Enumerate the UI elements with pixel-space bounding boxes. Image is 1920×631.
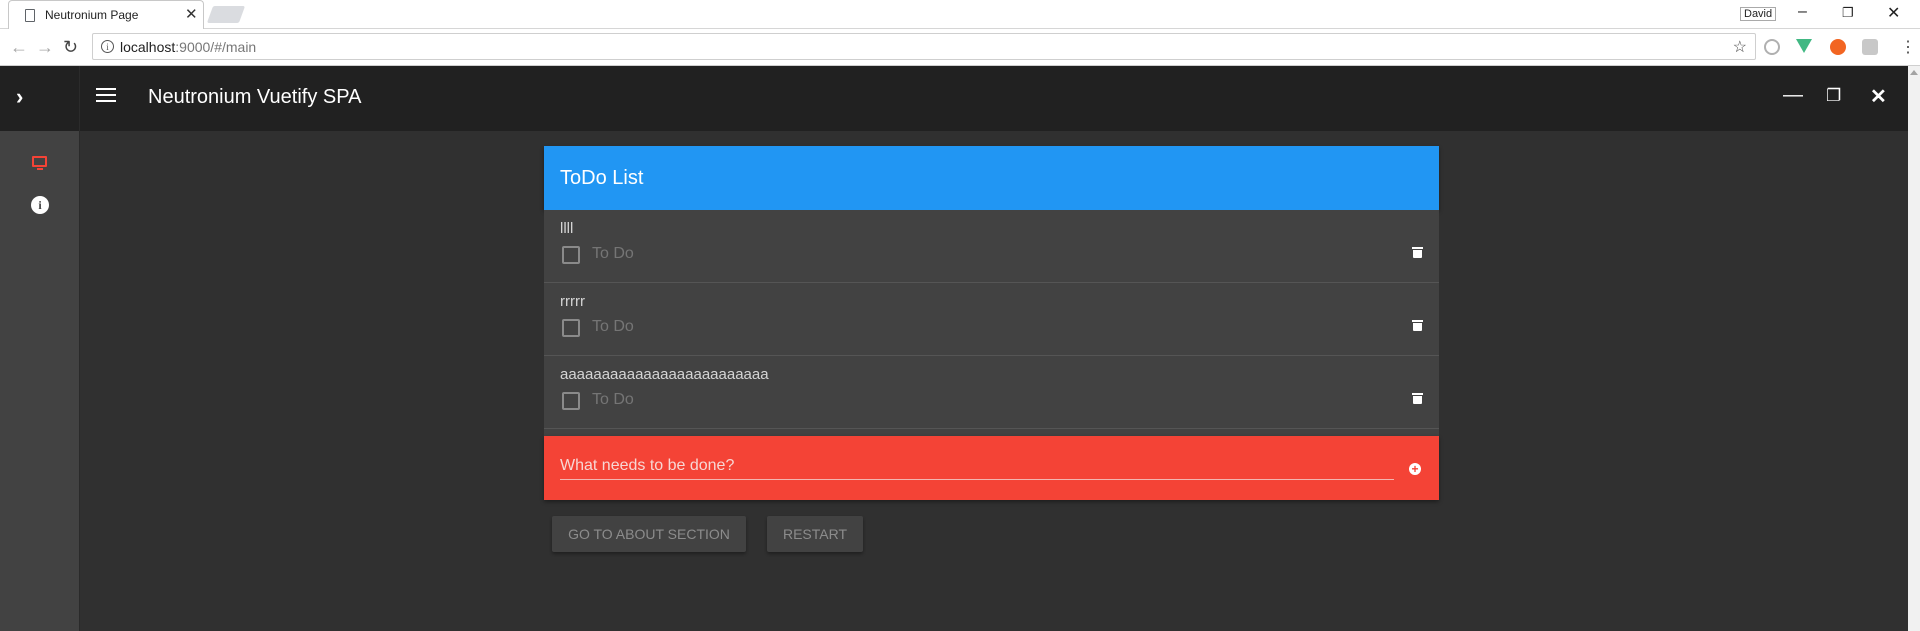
todo-checkbox[interactable]: [562, 246, 580, 264]
app-toolbar: › Neutronium Vuetify SPA — ❐ ✕: [0, 66, 1908, 131]
forward-icon[interactable]: →: [36, 37, 54, 58]
chevron-right-icon: ›: [16, 84, 24, 109]
site-info-icon[interactable]: i: [101, 40, 114, 53]
extension-pdf-icon[interactable]: [1862, 39, 1878, 55]
todo-card-title: ToDo List: [544, 146, 1439, 210]
todo-description[interactable]: aaaaaaaaaaaaaaaaaaaaaaaaa: [560, 366, 769, 383]
todo-item: llll To Do: [544, 210, 1439, 283]
extension-vue-icon[interactable]: [1796, 39, 1812, 53]
restart-button[interactable]: Restart: [767, 516, 863, 552]
profile-name[interactable]: David: [1740, 7, 1777, 21]
todo-description[interactable]: llll: [560, 220, 573, 237]
url-text: localhost:9000/#/main: [120, 39, 257, 55]
app-restore-icon[interactable]: ❐: [1826, 86, 1841, 106]
todo-item: rrrrr To Do: [544, 283, 1439, 356]
todo-checkbox[interactable]: [562, 319, 580, 337]
todo-checkbox-label: To Do: [592, 391, 634, 408]
go-to-about-button[interactable]: Go to about section: [552, 516, 746, 552]
menu-icon[interactable]: [96, 88, 116, 102]
app-title: Neutronium Vuetify SPA: [148, 86, 362, 108]
list-spacer: [544, 429, 1439, 436]
browser-tab[interactable]: Neutronium Page ✕: [8, 0, 204, 29]
page-icon: [25, 9, 35, 22]
delete-icon[interactable]: [1412, 247, 1423, 258]
browser-tab-bar: Neutronium Page ✕ David – ❐ ✕: [0, 0, 1920, 29]
todo-item: aaaaaaaaaaaaaaaaaaaaaaaaa To Do: [544, 356, 1439, 429]
bookmark-star-icon[interactable]: ☆: [1733, 37, 1747, 57]
add-circle-icon[interactable]: +: [1409, 463, 1421, 475]
url-input[interactable]: i localhost:9000/#/main ☆: [92, 33, 1756, 60]
delete-icon[interactable]: [1412, 320, 1423, 331]
todo-card: ToDo List llll To Do rrrrr To Do aaaaaaa…: [544, 146, 1439, 500]
tab-close-icon[interactable]: ✕: [185, 5, 198, 23]
minimize-window-icon[interactable]: –: [1798, 3, 1807, 21]
new-todo-input[interactable]: [560, 452, 1394, 480]
scrollbar[interactable]: [1908, 66, 1920, 631]
info-icon[interactable]: i: [31, 196, 49, 214]
extension-orange-icon[interactable]: [1830, 39, 1846, 55]
browser-address-bar: ← → ↻ i localhost:9000/#/main ☆: [0, 29, 1920, 66]
monitor-icon[interactable]: [32, 156, 47, 170]
todo-description[interactable]: rrrrr: [560, 293, 585, 310]
new-todo-panel: +: [544, 436, 1439, 500]
reload-icon[interactable]: ↻: [63, 37, 78, 58]
scroll-up-icon[interactable]: [1910, 70, 1918, 75]
chrome-menu-icon[interactable]: ⋮: [1900, 37, 1916, 57]
app-minimize-icon[interactable]: —: [1783, 84, 1803, 107]
app-window: › Neutronium Vuetify SPA — ❐ ✕ i ToDo Li…: [0, 66, 1920, 631]
new-tab-button[interactable]: [206, 6, 246, 23]
delete-icon[interactable]: [1412, 393, 1423, 404]
todo-checkbox-label: To Do: [592, 245, 634, 262]
tab-title: Neutronium Page: [45, 8, 139, 22]
app-close-icon[interactable]: ✕: [1870, 84, 1887, 109]
extension-skype-icon[interactable]: [1764, 39, 1780, 55]
todo-checkbox[interactable]: [562, 392, 580, 410]
close-window-icon[interactable]: ✕: [1887, 3, 1900, 23]
back-icon[interactable]: ←: [10, 37, 28, 58]
restore-window-icon[interactable]: ❐: [1842, 5, 1854, 21]
navigation-drawer: i: [0, 131, 80, 631]
todo-list: llll To Do rrrrr To Do aaaaaaaaaaaaaaaaa…: [544, 210, 1439, 436]
expand-sidebar-button[interactable]: ›: [0, 66, 80, 131]
todo-checkbox-label: To Do: [592, 318, 634, 335]
